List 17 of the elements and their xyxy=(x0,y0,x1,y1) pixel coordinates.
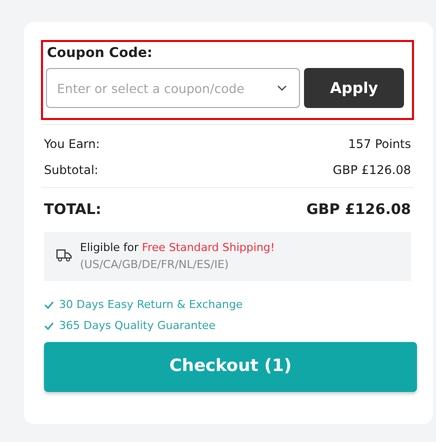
summary-value: 157 Points xyxy=(348,136,411,154)
coupon-label: Coupon Code: xyxy=(47,44,152,63)
apply-button[interactable]: Apply xyxy=(304,68,404,108)
summary-label: Subtotal: xyxy=(44,162,98,180)
guarantee-text: 365 Days Quality Guarantee xyxy=(59,318,216,334)
summary-label: You Earn: xyxy=(44,136,100,154)
total-value: GBP £126.08 xyxy=(306,201,411,220)
shipping-countries: (US/CA/GB/DE/FR/NL/ES/IE) xyxy=(80,256,230,272)
chevron-down-icon xyxy=(277,85,287,92)
check-icon xyxy=(44,322,54,330)
coupon-field[interactable]: Enter or select a coupon/code xyxy=(46,68,300,108)
total-label: TOTAL: xyxy=(44,201,102,220)
truck-icon xyxy=(56,248,72,262)
guarantee-text: 30 Days Easy Return & Exchange xyxy=(59,297,243,313)
summary-value: GBP £126.08 xyxy=(332,162,411,180)
check-icon xyxy=(44,301,54,310)
shipping-text: Eligible for Free Standard Shipping! xyxy=(80,240,275,256)
